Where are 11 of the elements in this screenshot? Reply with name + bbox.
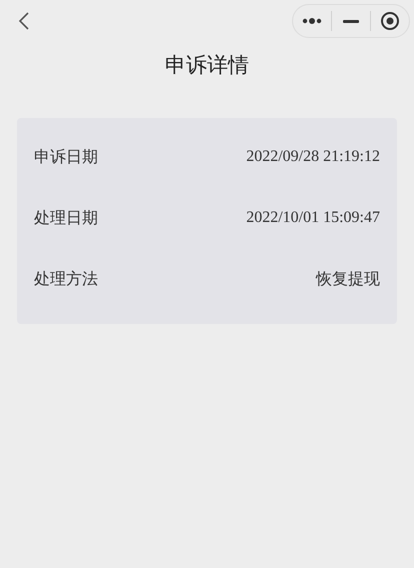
detail-label: 处理日期 (34, 207, 98, 229)
back-icon (18, 11, 30, 31)
detail-value: 2022/09/28 21:19:12 (246, 147, 380, 167)
detail-value: 2022/10/01 15:09:47 (246, 208, 380, 228)
detail-label: 申诉日期 (34, 146, 98, 168)
target-icon (380, 11, 400, 31)
minimize-icon (343, 20, 359, 22)
detail-value: 恢复提现 (316, 268, 380, 290)
page-title: 申诉详情 (165, 52, 249, 79)
detail-label: 处理方法 (34, 268, 98, 290)
more-icon (302, 18, 322, 24)
